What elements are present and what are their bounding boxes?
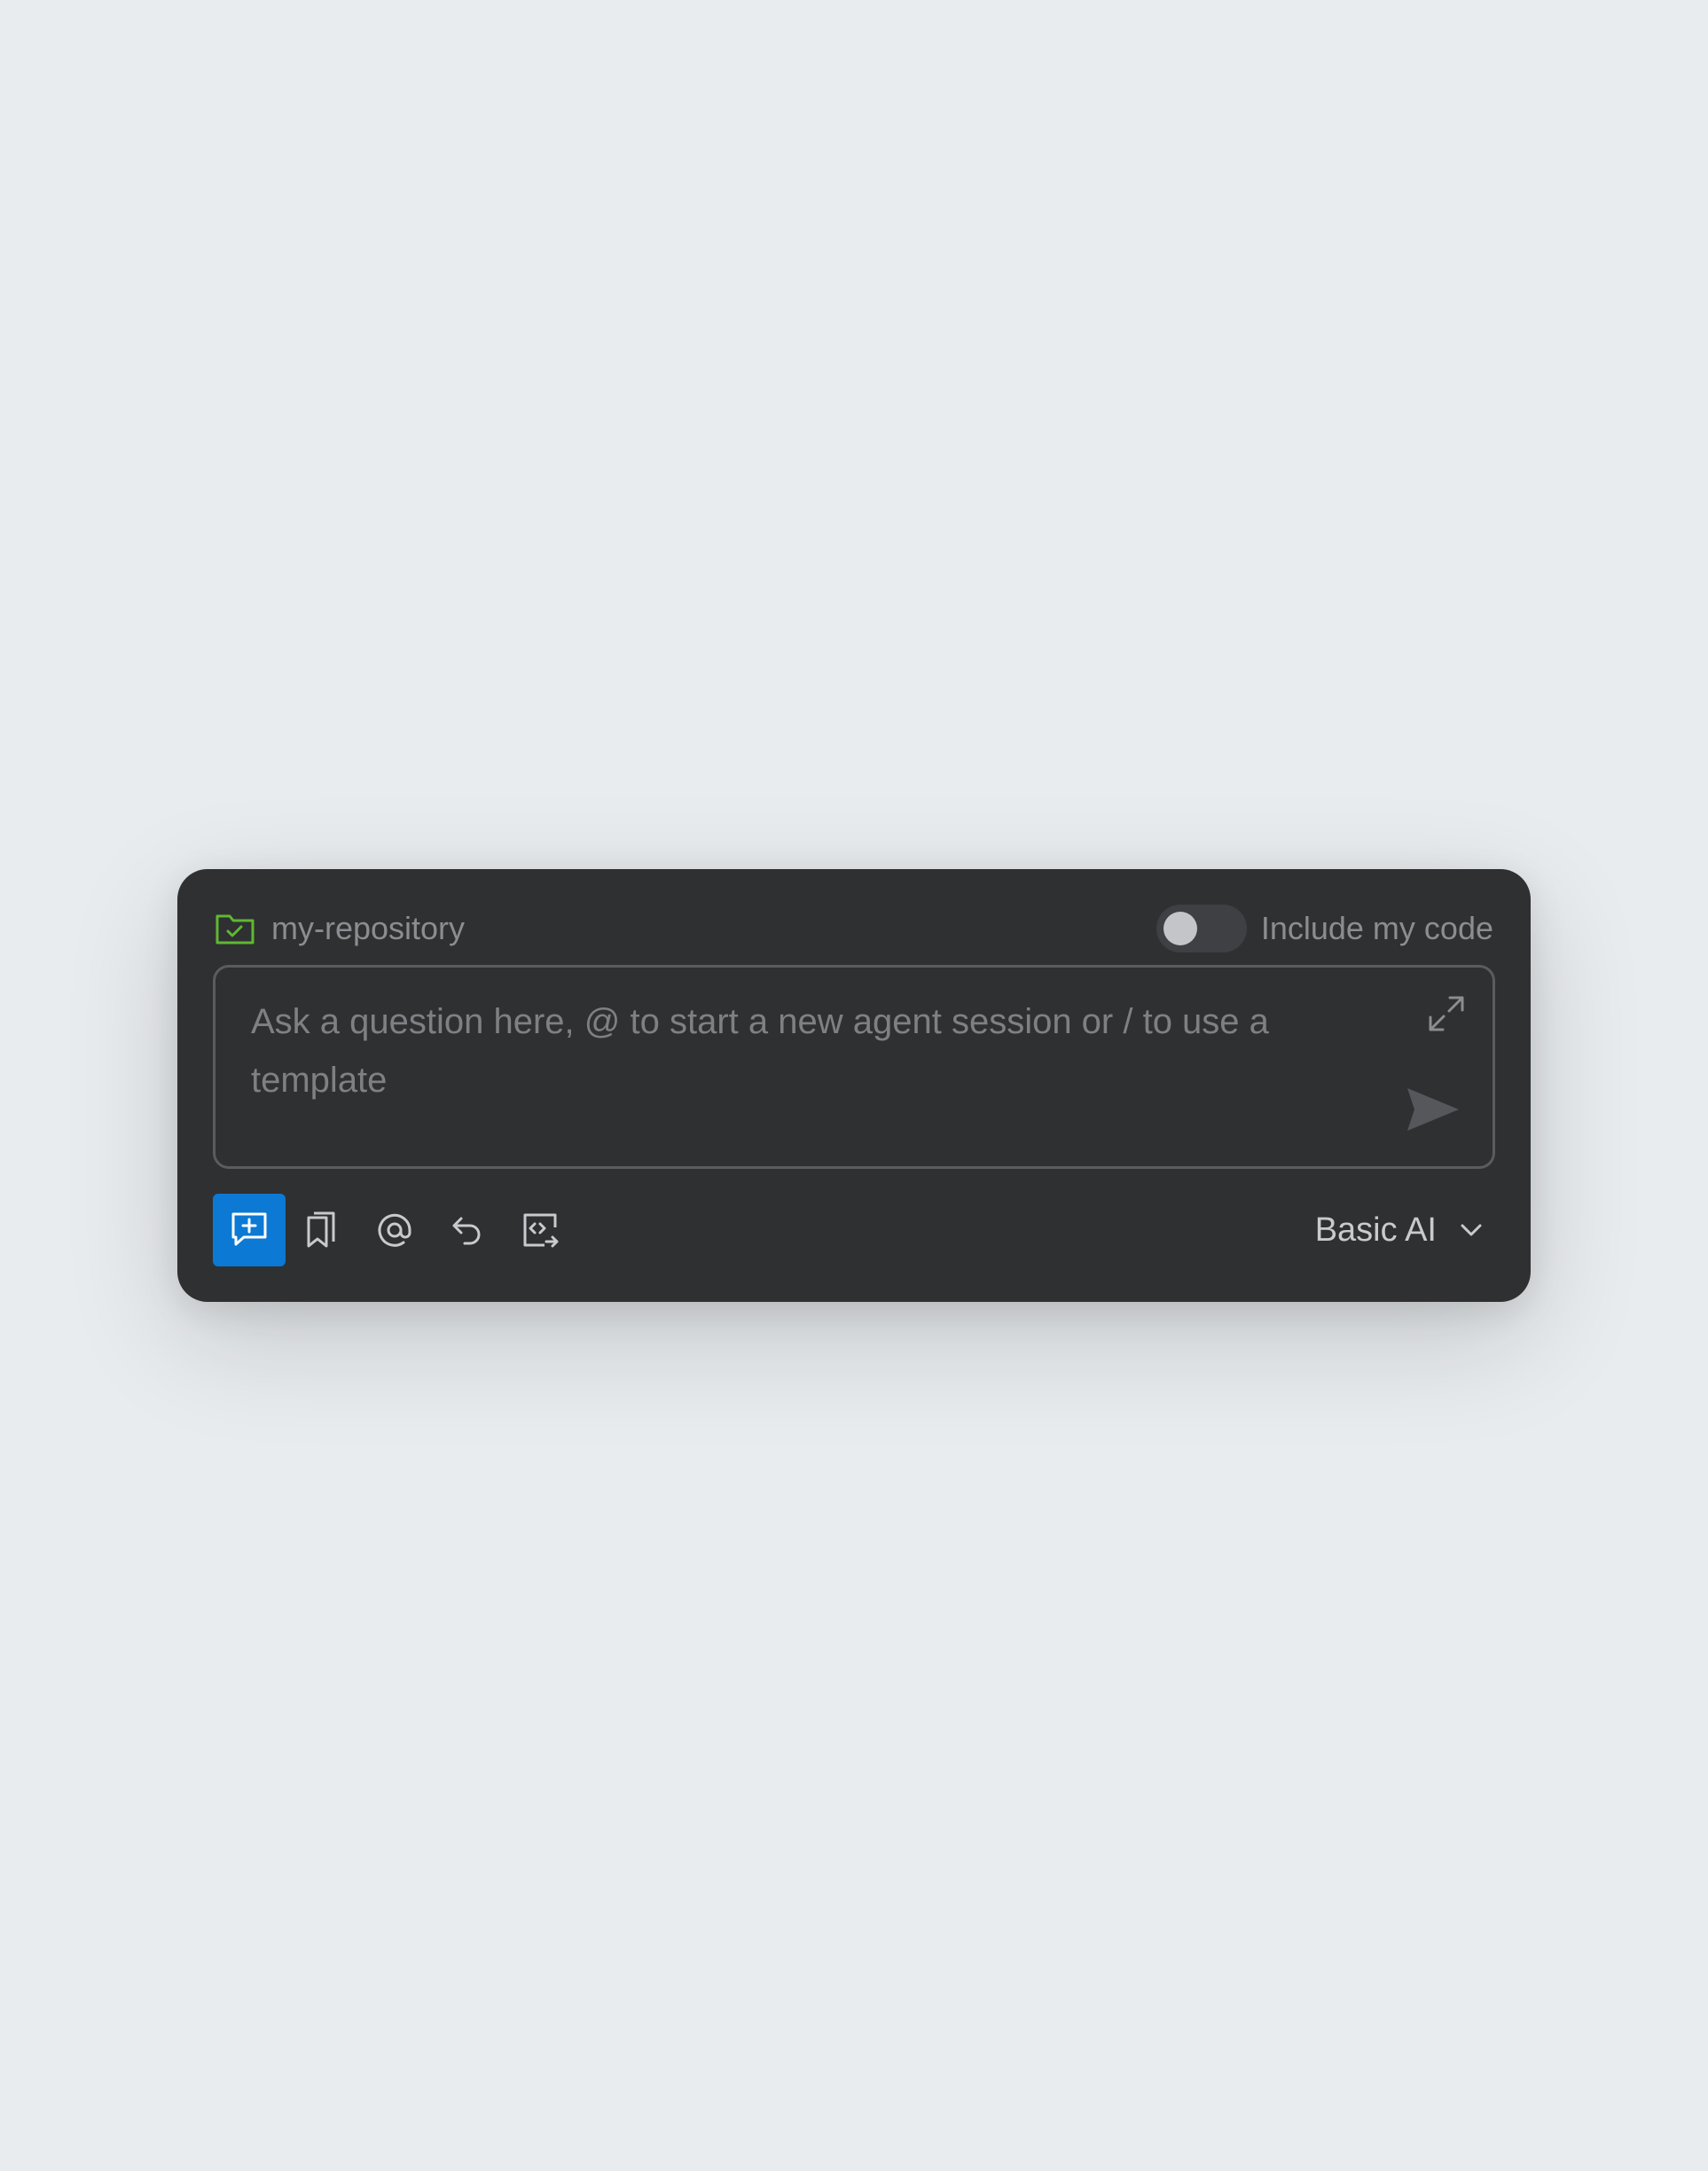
- include-code-toggle[interactable]: [1156, 905, 1247, 952]
- model-label: Basic AI: [1314, 1211, 1437, 1249]
- model-selector[interactable]: Basic AI: [1315, 1211, 1486, 1250]
- expand-icon[interactable]: [1427, 994, 1466, 1033]
- code-context-icon: [523, 1213, 559, 1248]
- folder-check-icon: [215, 914, 255, 944]
- chat-toolbar: Basic AI: [213, 1194, 1495, 1266]
- chat-input[interactable]: Ask a question here, @ to start a new ag…: [213, 965, 1495, 1169]
- mention-icon: [378, 1213, 411, 1247]
- panel-header: my-repository Include my code: [215, 896, 1493, 961]
- code-context-button[interactable]: [504, 1194, 576, 1266]
- include-code-label: Include my code: [1260, 910, 1493, 946]
- chevron-down-icon: [1461, 1224, 1482, 1236]
- send-icon[interactable]: [1406, 1086, 1461, 1133]
- new-chat-icon: [231, 1212, 267, 1246]
- mention-button[interactable]: [358, 1194, 431, 1266]
- chat-input-placeholder: Ask a question here, @ to start a new ag…: [251, 1002, 1269, 1100]
- repository-name: my-repository: [271, 910, 466, 946]
- toggle-knob: [1163, 912, 1197, 945]
- include-code-control: Include my code: [1156, 905, 1493, 952]
- bookmarks-icon: [307, 1211, 335, 1248]
- undo-button[interactable]: [431, 1194, 504, 1266]
- bookmarks-button[interactable]: [286, 1194, 358, 1266]
- repository-selector[interactable]: my-repository: [215, 910, 465, 947]
- new-chat-button[interactable]: [213, 1194, 286, 1266]
- undo-icon: [452, 1217, 481, 1245]
- ai-chat-panel: my-repository Include my code Ask a ques…: [177, 869, 1531, 1302]
